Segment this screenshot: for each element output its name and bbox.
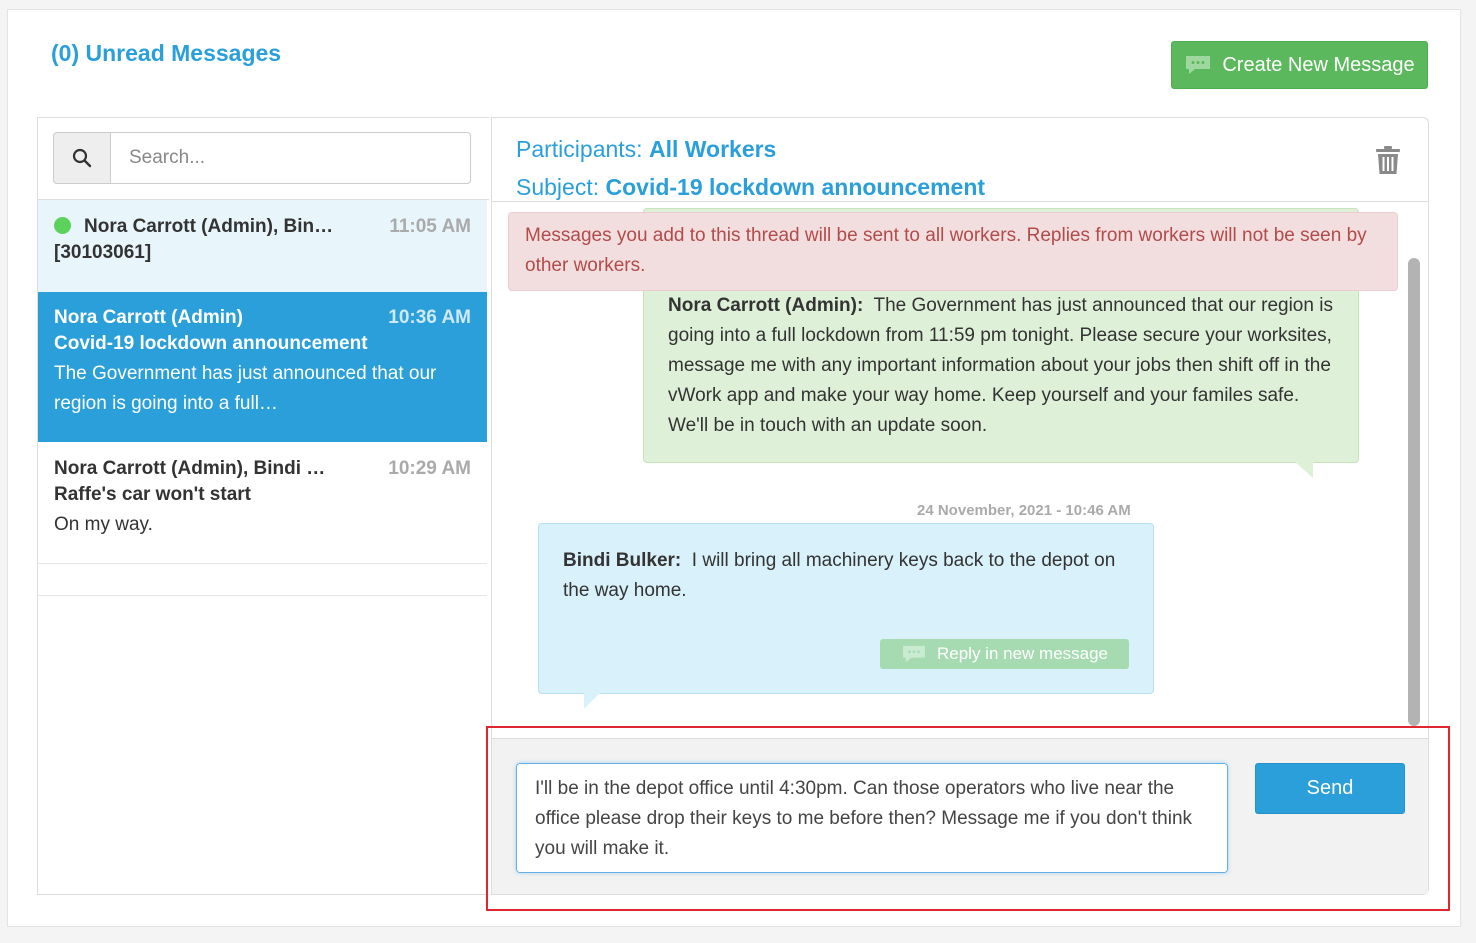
message-author: Bindi Bulker: [563,550,682,571]
participants-value: All Workers [648,136,777,162]
thread-subject: Raffe's car won't start [54,484,251,505]
chat-bubble-icon [1186,56,1211,74]
create-new-message-button[interactable]: Create New Message [1171,41,1428,89]
delete-thread-button[interactable] [1375,145,1401,180]
thread-preview-line: The Government has just announced that o… [54,363,437,384]
participants-label: Participants: [516,136,643,162]
thread-preview-line: On my way. [54,514,153,535]
online-status-icon [54,217,71,234]
thread-item-1[interactable]: Nora Carrott (Admin), Bin… 11:05 AM [301… [38,200,487,292]
participants-row: Participants: All Workers [516,130,985,168]
broadcast-alert: Messages you add to this thread will be … [508,212,1398,291]
chat-bubble-icon [903,645,925,663]
search-icon [72,148,92,168]
bubble-tail [584,693,600,709]
thread-item-2[interactable]: Nora Carrott (Admin) 10:36 AM Covid-19 l… [38,292,487,442]
conversation-panel: Participants: All Workers Subject: Covid… [491,117,1429,895]
thread-time: 10:29 AM [388,458,471,479]
thread-subject: Covid-19 lockdown announcement [54,333,368,354]
bubble-tail [1295,462,1313,478]
subject-label: Subject: [516,174,600,200]
message-text: The Government has just announced that o… [668,295,1333,436]
divider [38,595,487,596]
thread-preview-line: region is going into a full… [54,393,278,414]
message-input[interactable]: I'll be in the depot office until 4:30pm… [516,763,1228,873]
thread-job-id: [30103061] [54,242,152,263]
send-button[interactable]: Send [1255,763,1405,814]
conversation-header: Participants: All Workers Subject: Covid… [516,130,985,206]
thread-participants: Nora Carrott (Admin), Bin… [54,216,333,238]
search-box [53,132,471,184]
create-new-message-label: Create New Message [1222,53,1415,76]
thread-time: 11:05 AM [389,216,471,237]
search-input[interactable] [110,132,471,184]
thread-time: 10:36 AM [388,307,471,328]
thread-item-3[interactable]: Nora Carrott (Admin), Bindi … 10:29 AM R… [38,442,487,564]
subject-value: Covid-19 lockdown announcement [605,174,986,200]
reply-in-new-message-label: Reply in new message [936,644,1109,663]
message-timestamp: 24 November, 2021 - 10:46 AM [917,502,1131,519]
reply-in-new-message-button[interactable]: Reply in new message [880,639,1129,669]
message-list-scrollbar[interactable] [1408,258,1420,726]
unread-messages-title: (0) Unread Messages [51,40,282,66]
composer: I'll be in the depot office until 4:30pm… [492,738,1428,894]
thread-list-panel: Nora Carrott (Admin), Bin… 11:05 AM [301… [37,117,489,895]
message-bubble-incoming: Bindi Bulker: I will bring all machinery… [538,523,1154,694]
trash-icon [1376,146,1400,174]
search-button[interactable] [53,132,110,184]
message-author: Nora Carrott (Admin): [668,295,864,316]
thread-participants: Nora Carrott (Admin), Bindi … [54,458,326,479]
thread-participants: Nora Carrott (Admin) [54,307,243,328]
